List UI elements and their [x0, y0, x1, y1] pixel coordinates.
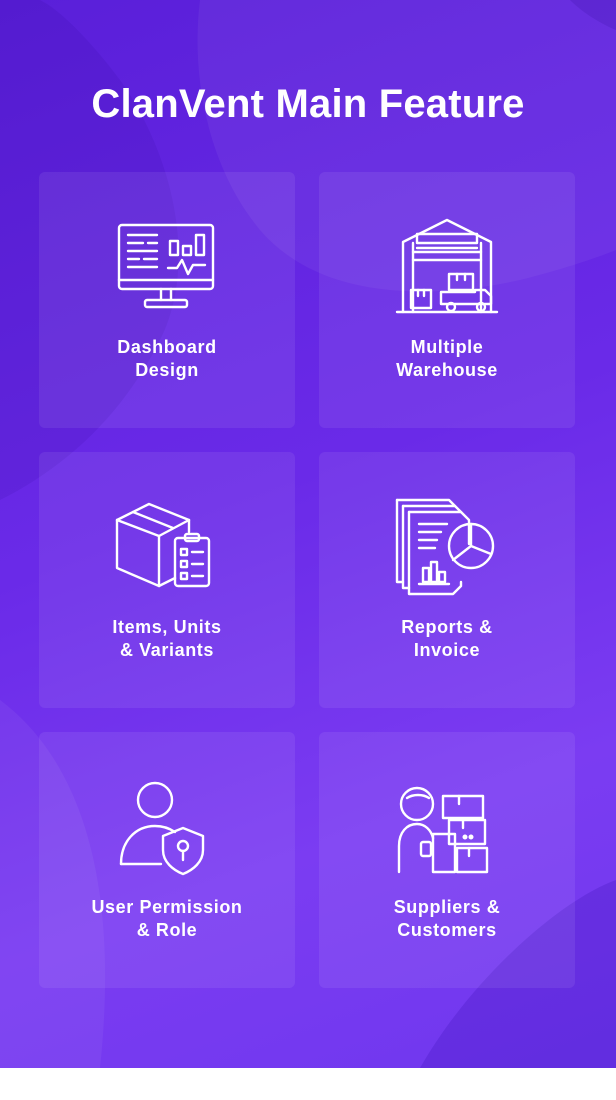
feature-card-suppliers: Suppliers & Customers	[319, 732, 575, 988]
page-title: ClanVent Main Feature	[91, 82, 525, 126]
box-checklist-icon	[115, 502, 211, 588]
feature-label: Dashboard Design	[117, 337, 217, 380]
feature-card-items: Items, Units & Variants	[39, 452, 295, 708]
warehouse-icon	[395, 218, 499, 314]
feature-label: Suppliers & Customers	[393, 897, 501, 940]
user-shield-icon	[119, 781, 205, 876]
feature-label: Multiple Warehouse	[396, 337, 498, 380]
monitor-dashboard-icon	[117, 223, 215, 309]
feature-card-reports: Reports & Invoice	[319, 452, 575, 708]
feature-card-permission: User Permission & Role	[39, 732, 295, 988]
bottom-margin	[0, 1068, 616, 1100]
feature-label: User Permission & Role	[91, 897, 243, 940]
supplier-boxes-icon	[397, 786, 489, 874]
feature-card-dashboard: Dashboard Design	[39, 172, 295, 428]
feature-label: Items, Units & Variants	[112, 617, 222, 660]
feature-card-warehouse: Multiple Warehouse	[319, 172, 575, 428]
feature-banner: ClanVent Main Feature Dashboard Design M…	[0, 0, 616, 1068]
feature-label: Reports & Invoice	[401, 617, 493, 660]
report-document-icon	[395, 498, 495, 596]
